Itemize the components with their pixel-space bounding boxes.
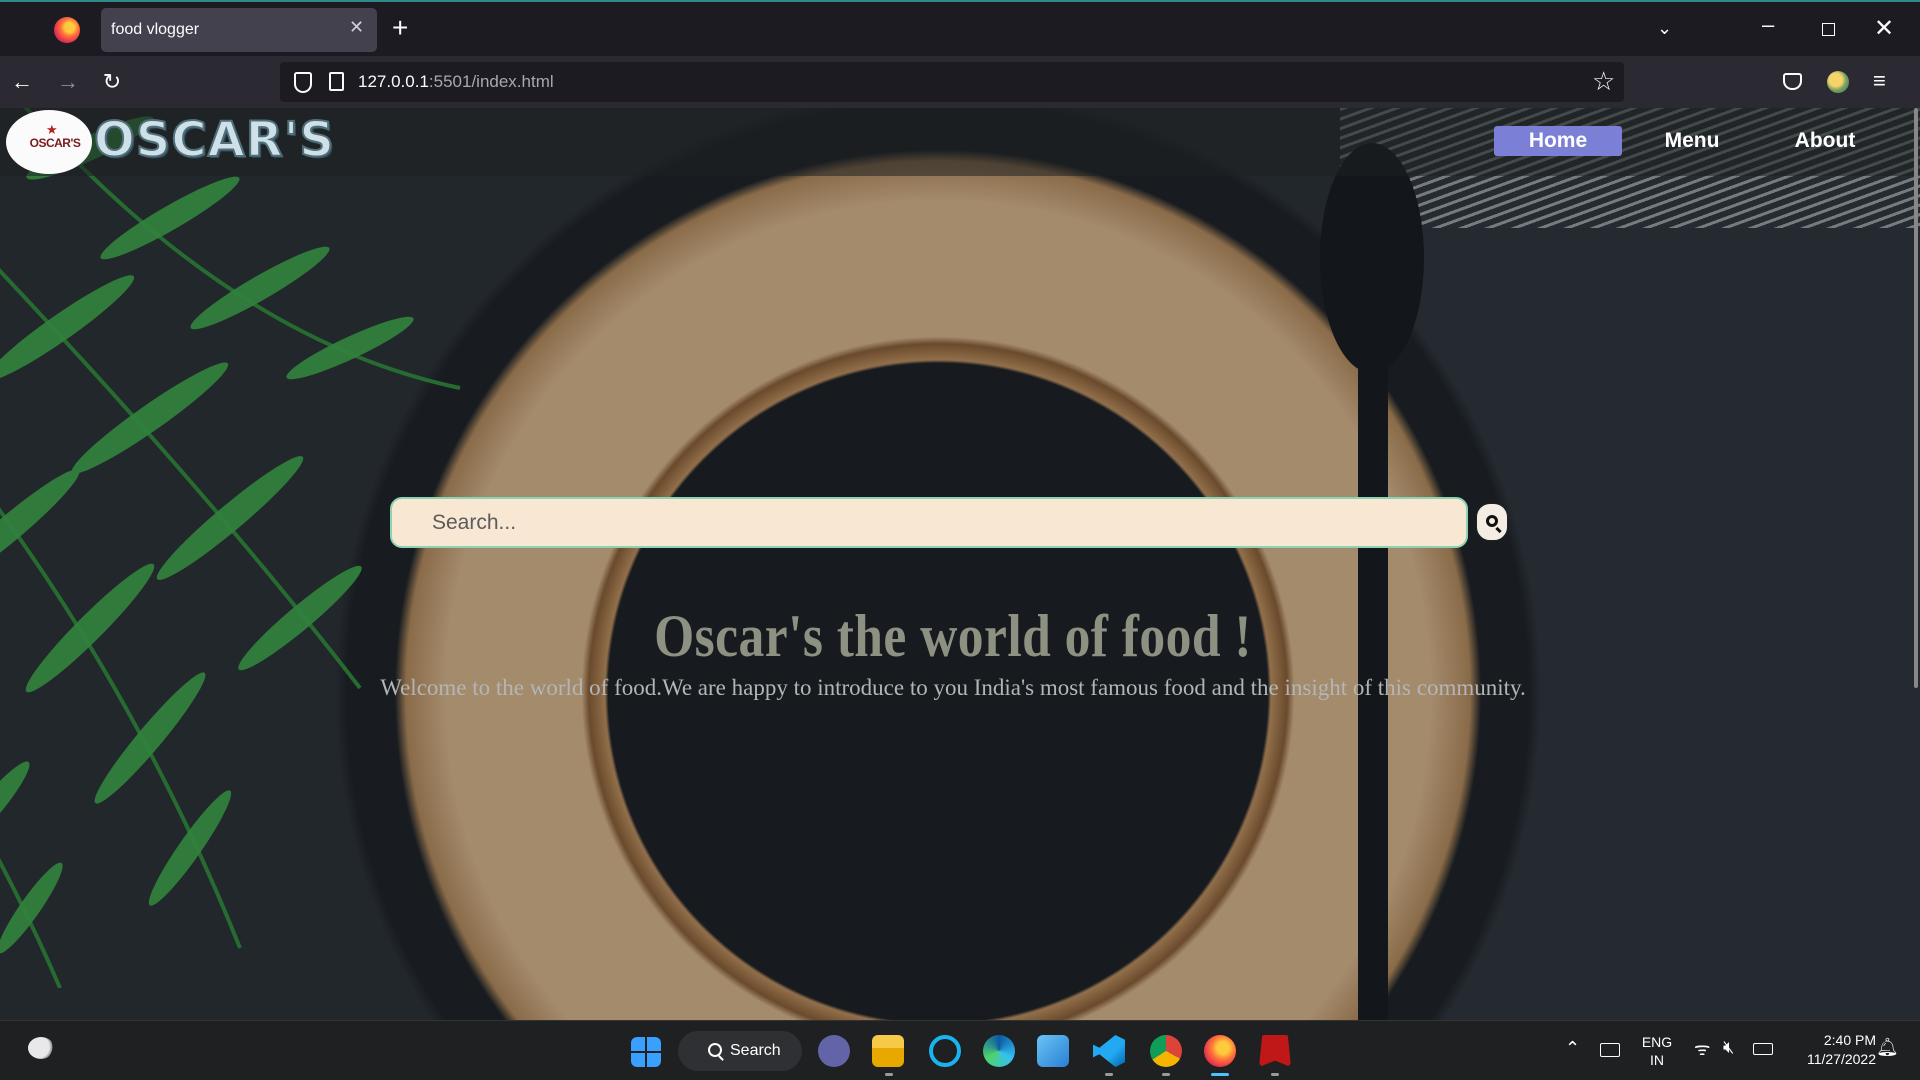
tab-title: food vlogger	[111, 21, 200, 38]
nav-home-link[interactable]: Home	[1494, 126, 1622, 156]
firefox-taskbar-icon[interactable]	[1204, 1035, 1236, 1067]
photos-app-icon[interactable]	[1037, 1035, 1069, 1067]
search-input[interactable]: Search...	[390, 497, 1468, 548]
url-host: 127.0.0.1	[358, 72, 429, 91]
page-scrollbar[interactable]	[1912, 108, 1920, 1020]
forward-icon[interactable]: →	[50, 64, 86, 100]
tab-list-chevron-icon[interactable]: ⌄	[1657, 18, 1672, 39]
language-indicator[interactable]: ENG IN	[1640, 1033, 1674, 1069]
hamburger-menu-icon[interactable]: ≡	[1873, 68, 1886, 94]
vscode-icon[interactable]	[1093, 1035, 1125, 1067]
chrome-icon[interactable]	[1150, 1035, 1182, 1067]
page-info-icon[interactable]	[329, 72, 344, 91]
running-indicator	[1271, 1073, 1279, 1076]
scrollbar-thumb[interactable]	[1914, 108, 1918, 688]
running-indicator	[885, 1073, 893, 1076]
browser-tab-strip: food vlogger ✕ + ⌄ – ✕	[0, 0, 1920, 56]
hero-title: Oscar's the world of food !	[654, 603, 1252, 669]
background-overlay	[0, 108, 1920, 1020]
running-indicator	[1105, 1073, 1113, 1076]
edge-browser-icon[interactable]	[983, 1035, 1015, 1067]
notification-bell-icon[interactable]: 🔔︎	[1876, 1037, 1899, 1058]
minimize-icon[interactable]: –	[1762, 12, 1774, 38]
nav-menu-link[interactable]: Menu	[1640, 126, 1744, 156]
firefox-icon	[54, 17, 80, 43]
active-indicator	[1211, 1073, 1229, 1076]
search-button[interactable]	[1476, 503, 1508, 541]
weather-icon[interactable]	[28, 1037, 54, 1059]
taskbar-search-button[interactable]: Search	[678, 1031, 802, 1071]
tab-close-icon[interactable]: ✕	[349, 17, 364, 38]
close-window-icon[interactable]: ✕	[1874, 14, 1894, 43]
web-page: ★ OSCAR'S OSCAR'S Home Menu About Search…	[0, 108, 1920, 1020]
brand-logo[interactable]: ★ OSCAR'S	[6, 110, 92, 174]
teams-chat-icon[interactable]	[818, 1035, 850, 1067]
browser-toolbar: ← → ↻ 127.0.0.1:5501/index.html ☆ ≡	[0, 56, 1920, 108]
brand-name: OSCAR'S	[93, 111, 335, 169]
file-explorer-icon[interactable]	[872, 1035, 904, 1067]
maximize-icon[interactable]	[1822, 23, 1835, 36]
pocket-icon[interactable]	[1783, 73, 1802, 90]
site-header: ★ OSCAR'S OSCAR'S Home Menu About	[0, 108, 1920, 176]
new-tab-icon[interactable]: +	[392, 13, 408, 43]
clock[interactable]: 2:40 PM 11/27/2022	[1790, 1031, 1876, 1069]
nav-about-link[interactable]: About	[1770, 126, 1880, 156]
running-indicator	[1162, 1073, 1170, 1076]
mcafee-icon[interactable]	[1259, 1035, 1291, 1067]
clock-date: 11/27/2022	[1806, 1051, 1876, 1067]
taskbar-search-icon	[708, 1043, 722, 1057]
back-icon[interactable]: ←	[4, 64, 40, 100]
address-bar[interactable]: 127.0.0.1:5501/index.html ☆	[280, 62, 1624, 102]
search-placeholder: Search...	[432, 511, 517, 534]
touch-keyboard-icon[interactable]	[1600, 1043, 1620, 1057]
taskbar: Search ⌃ ENG IN ᯤ 🔇︎ 2:40 PM 11/27/2022 …	[0, 1020, 1920, 1080]
tray-overflow-chevron-icon[interactable]: ⌃	[1565, 1038, 1580, 1059]
tracking-shield-icon[interactable]	[294, 72, 312, 93]
search-icon	[1486, 515, 1498, 527]
cortana-icon[interactable]	[929, 1035, 961, 1067]
url-text[interactable]: 127.0.0.1:5501/index.html	[358, 72, 554, 92]
clock-time: 2:40 PM	[1823, 1032, 1876, 1048]
volume-muted-icon[interactable]: 🔇︎	[1723, 1037, 1734, 1058]
hero-subtitle: Welcome to the world of food.We are happ…	[380, 675, 1526, 700]
account-avatar-icon[interactable]	[1827, 71, 1849, 93]
battery-icon[interactable]	[1753, 1043, 1773, 1055]
reload-icon[interactable]: ↻	[94, 64, 130, 100]
language-code: ENG	[1641, 1034, 1673, 1050]
wifi-icon[interactable]: ᯤ	[1694, 1037, 1710, 1061]
region-code: IN	[1650, 1052, 1664, 1068]
logo-text: OSCAR'S	[29, 136, 81, 150]
bookmark-star-icon[interactable]: ☆	[1592, 66, 1615, 97]
start-windows-icon[interactable]	[631, 1037, 661, 1067]
taskbar-search-label: Search	[730, 1042, 781, 1059]
url-path: :5501/index.html	[428, 72, 554, 91]
